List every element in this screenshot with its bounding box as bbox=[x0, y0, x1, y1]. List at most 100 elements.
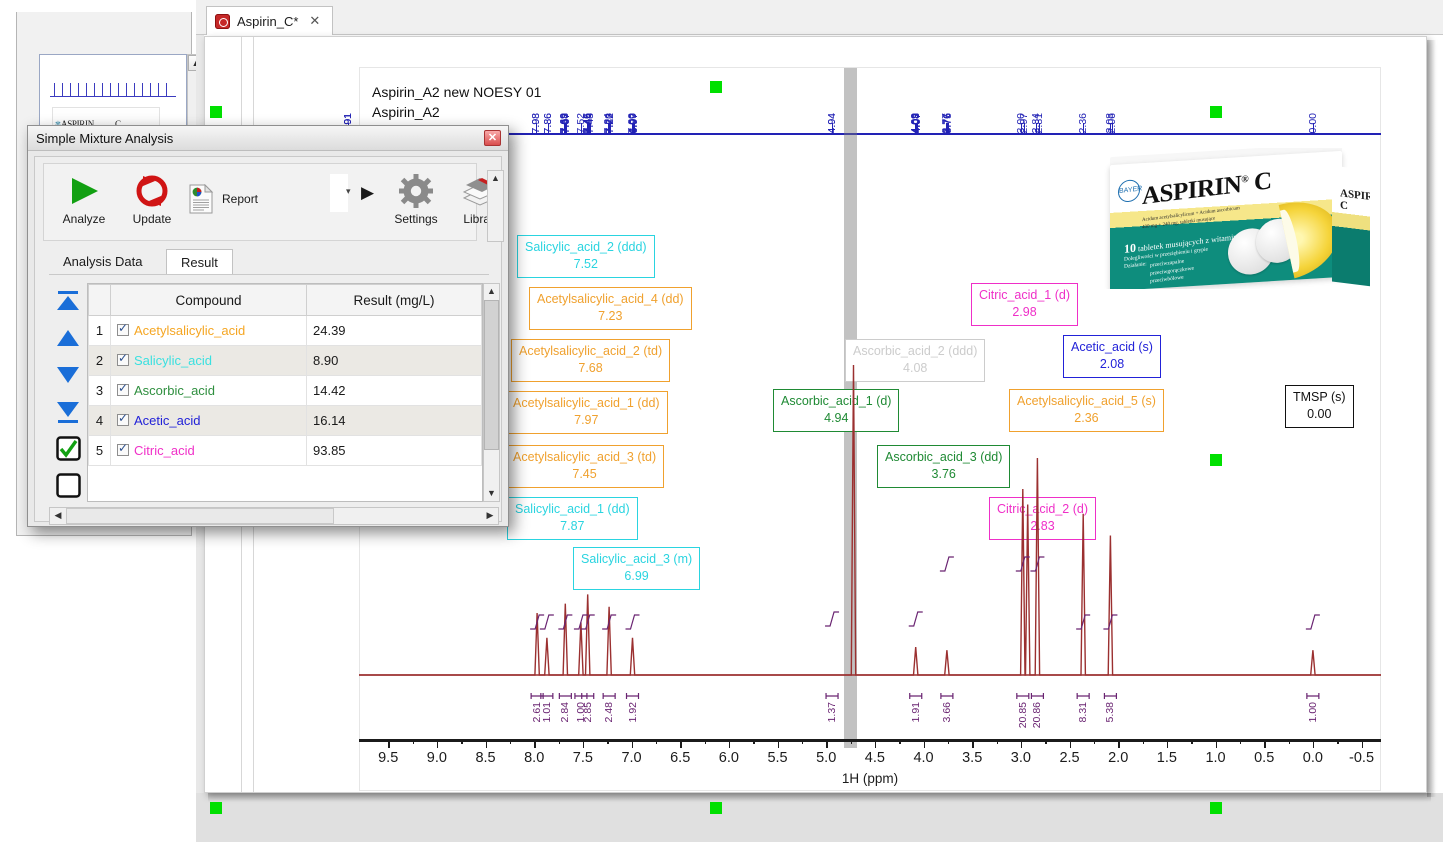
x-tick bbox=[582, 739, 585, 748]
chevron-down-icon[interactable]: ▾ bbox=[346, 186, 351, 197]
assignment-box[interactable]: Salicylic_acid_3 (m) 6.99 bbox=[573, 547, 701, 590]
x-tick-minor bbox=[850, 739, 852, 744]
row-compound[interactable]: Ascorbic_acid bbox=[110, 375, 307, 406]
toolbar-scrollbar[interactable]: ▲ bbox=[487, 170, 504, 242]
assignment-box[interactable]: Acetylsalicylic_acid_3 (td) 7.45 bbox=[505, 445, 665, 488]
tab-result[interactable]: Result bbox=[166, 249, 233, 275]
integral-value: 2.85 bbox=[581, 702, 594, 723]
peak-tick bbox=[1039, 123, 1041, 133]
selection-handle-right[interactable] bbox=[1210, 454, 1222, 466]
x-tick-minor bbox=[1045, 739, 1047, 744]
x-tick-minor bbox=[801, 739, 804, 744]
x-tick bbox=[777, 739, 779, 748]
analyze-label: Analyze bbox=[62, 212, 106, 226]
row-checkbox[interactable] bbox=[117, 321, 129, 336]
product-photo[interactable]: BAYER ASPIRIN® C Acidum acetylsalicylicu… bbox=[1104, 148, 1370, 289]
assignment-shift: 7.52 bbox=[573, 256, 598, 271]
row-checkbox[interactable] bbox=[117, 351, 129, 366]
uncheck-all-icon[interactable] bbox=[49, 466, 87, 504]
peak-tick bbox=[916, 123, 918, 133]
x-tick bbox=[534, 739, 536, 748]
integral-value: 1.01 bbox=[540, 702, 553, 723]
assignment-box[interactable]: Acetylsalicylic_acid_2 (td) 7.68 bbox=[511, 339, 671, 382]
table-row[interactable]: 4 Acetic_acid 16.14 bbox=[88, 405, 482, 436]
table-header-row: Compound Result (mg/L) bbox=[88, 284, 482, 316]
peak-tick bbox=[1312, 123, 1314, 133]
table-scroll-left-icon[interactable]: ◀ bbox=[50, 508, 66, 524]
selection-handle-topleft[interactable] bbox=[210, 106, 222, 118]
assignment-box[interactable]: Acetylsalicylic_acid_5 (s) 2.36 bbox=[1009, 389, 1164, 432]
move-down-icon[interactable] bbox=[49, 356, 87, 394]
x-tick-label: 6.5 bbox=[670, 750, 691, 766]
assignment-box[interactable]: Salicylic_acid_1 (dd) 7.87 bbox=[507, 497, 638, 540]
table-row[interactable]: 3 Ascorbic_acid 14.42 bbox=[88, 375, 482, 406]
assignment-box[interactable]: Citric_acid_1 (d) 2.98 bbox=[971, 283, 1079, 326]
results-table[interactable]: Compound Result (mg/L) 1 Acetylsalicylic_… bbox=[87, 283, 483, 502]
table-scroll-right-icon[interactable]: ▶ bbox=[482, 508, 498, 524]
row-compound[interactable]: Acetic_acid bbox=[110, 405, 307, 436]
table-scroll-up-icon[interactable]: ▲ bbox=[484, 284, 499, 299]
table-row[interactable]: 5 Citric_acid 93.85 bbox=[88, 435, 482, 466]
assignment-box[interactable]: Acetylsalicylic_acid_1 (dd) 7.97 bbox=[505, 391, 668, 434]
assignment-shift: 2.83 bbox=[1030, 518, 1055, 533]
settings-button[interactable]: Settings bbox=[384, 170, 448, 236]
analyze-button[interactable]: Analyze bbox=[52, 170, 116, 236]
tab-aspirin-c[interactable]: Aspirin_C* ✕ bbox=[206, 6, 334, 35]
selection-handle-bottomright[interactable] bbox=[1210, 802, 1222, 814]
assignment-box[interactable]: Acetylsalicylic_acid_4 (dd) 7.23 bbox=[529, 287, 692, 330]
tab-close-icon[interactable]: ✕ bbox=[309, 13, 320, 29]
peak-tick bbox=[547, 123, 549, 133]
assignment-box[interactable]: Ascorbic_acid_3 (dd) 3.76 bbox=[877, 445, 1011, 488]
row-checkbox[interactable] bbox=[117, 441, 129, 456]
assignment-name: Citric_acid_2 (d) bbox=[997, 502, 1089, 516]
assignment-box[interactable]: Salicylic_acid_2 (ddd) 7.52 bbox=[517, 235, 655, 278]
tab-analysis-data[interactable]: Analysis Data bbox=[49, 249, 156, 275]
table-row[interactable]: 2 Salicylic_acid 8.90 bbox=[88, 345, 482, 376]
x-tick-minor bbox=[1337, 739, 1339, 744]
row-checkbox[interactable] bbox=[117, 381, 129, 396]
report-button[interactable]: Report bbox=[188, 178, 298, 220]
table-scroll-thumb[interactable] bbox=[484, 300, 499, 450]
toolbar-scroll-up-icon[interactable]: ▲ bbox=[489, 172, 502, 186]
x-tick bbox=[1166, 739, 1169, 748]
assignment-box[interactable]: Acetic_acid (s) 2.08 bbox=[1063, 335, 1161, 378]
selection-handle-bottomleft[interactable] bbox=[210, 802, 222, 814]
move-top-icon[interactable] bbox=[49, 283, 87, 321]
x-tick bbox=[1312, 739, 1315, 748]
assignment-shift: 3.76 bbox=[931, 466, 956, 481]
row-compound[interactable]: Acetylsalicylic_acid bbox=[110, 315, 307, 346]
row-compound[interactable]: Salicylic_acid bbox=[110, 345, 307, 376]
table-scroll-down-icon[interactable]: ▼ bbox=[484, 486, 499, 501]
dialog-close-button[interactable]: ✕ bbox=[484, 130, 501, 146]
x-tick-label: 5.5 bbox=[767, 750, 788, 766]
assignment-box[interactable]: Ascorbic_acid_1 (d) 4.94 bbox=[773, 389, 900, 432]
row-compound[interactable]: Citric_acid bbox=[110, 435, 307, 466]
table-hscroll-thumb[interactable] bbox=[66, 508, 334, 524]
assignment-box[interactable]: Ascorbic_acid_2 (ddd) 4.08 bbox=[845, 339, 986, 382]
compound-name: Salicylic_acid bbox=[134, 353, 213, 368]
x-tick-label: 4.0 bbox=[913, 750, 934, 766]
row-index: 1 bbox=[88, 315, 111, 346]
dialog-titlebar[interactable]: Simple Mixture Analysis ✕ bbox=[28, 126, 508, 151]
simple-mixture-analysis-dialog[interactable]: Simple Mixture Analysis ✕ Analyze Update… bbox=[27, 125, 509, 527]
move-bottom-icon[interactable] bbox=[49, 393, 87, 431]
selection-handle-top[interactable] bbox=[710, 81, 722, 93]
move-up-icon[interactable] bbox=[49, 319, 87, 357]
x-tick-minor bbox=[1191, 739, 1193, 744]
selection-handle-topright[interactable] bbox=[1210, 106, 1222, 118]
check-all-icon[interactable] bbox=[49, 429, 87, 467]
selection-handle-bottom[interactable] bbox=[710, 802, 722, 814]
assignment-box[interactable]: Citric_acid_2 (d) 2.83 bbox=[989, 497, 1097, 540]
assignment-shift: 4.94 bbox=[824, 410, 849, 425]
integral-value: 1.92 bbox=[626, 702, 639, 723]
run-arrow-icon[interactable]: ▶ bbox=[361, 184, 374, 201]
update-button[interactable]: Update bbox=[120, 170, 184, 236]
assignment-box[interactable]: TMSP (s) 0.00 bbox=[1285, 385, 1354, 428]
play-triangle-icon bbox=[67, 170, 101, 212]
table-row[interactable]: 1 Acetylsalicylic_acid 24.39 bbox=[88, 315, 482, 346]
x-tick bbox=[1118, 739, 1120, 748]
row-checkbox[interactable] bbox=[117, 411, 129, 426]
x-axis-line bbox=[359, 739, 1381, 742]
nmr-spectrum-plot[interactable]: Aspirin_A2 new NOESY 01 Aspirin_A2 9.91 9… bbox=[342, 67, 1381, 791]
x-tick-label: 1.0 bbox=[1205, 750, 1226, 766]
